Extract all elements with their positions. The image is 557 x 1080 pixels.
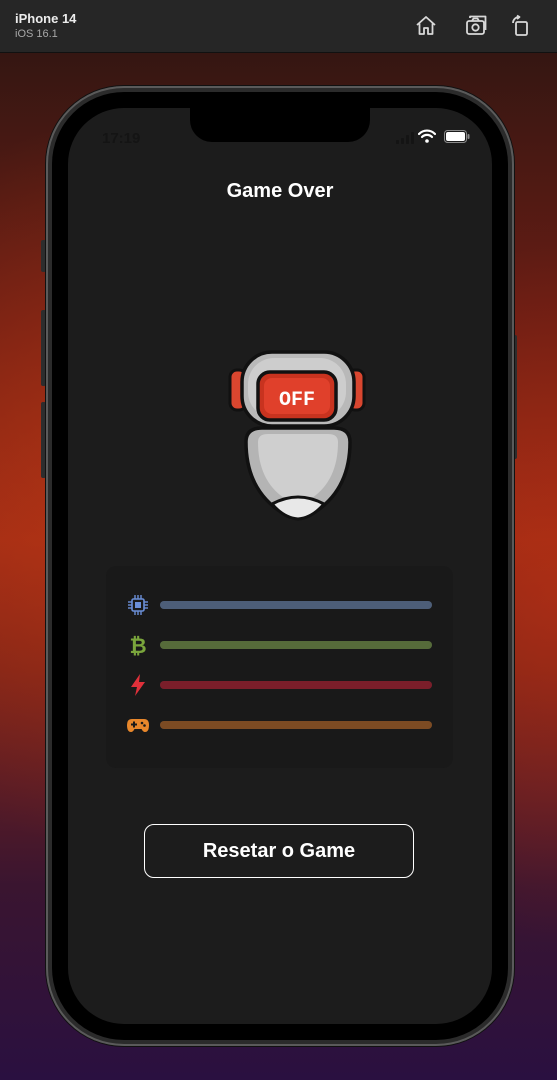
page-title: Game Over [226,180,334,202]
wifi-icon [418,129,436,143]
home-icon[interactable] [414,14,438,38]
stat-row-gaming [126,712,436,738]
cpu-progress-bar [160,601,432,609]
bitcoin-icon: ₿ [126,633,150,657]
stat-row-energy [126,672,436,698]
bitcoin-progress-bar [160,641,432,649]
stat-row-bitcoin: ₿ [126,632,436,658]
rotate-icon[interactable] [509,14,533,38]
simulator-toolbar: iPhone 14 iOS 16.1 [0,0,557,53]
energy-progress-bar [160,681,432,689]
stat-row-cpu [126,592,436,618]
energy-progress-fill [160,681,432,689]
dynamic-notch [190,108,370,142]
battery-icon [444,130,470,143]
cpu-chip-icon [126,593,150,617]
robot-off-icon: OFF [228,350,366,521]
phone-frame: 17:19 Game Over OFF ₿ Resetar o Game [46,86,514,1046]
lightning-icon [126,673,150,697]
svg-text:₿: ₿ [129,634,146,657]
reset-game-button[interactable]: Resetar o Game [144,824,414,878]
gamepad-icon [126,713,150,737]
bitcoin-progress-fill [160,641,432,649]
cpu-progress-fill [160,601,432,609]
app-screen: 17:19 Game Over OFF ₿ Resetar o Game [68,108,492,1024]
status-time: 17:19 [102,130,141,147]
stats-card: ₿ [106,566,453,768]
gaming-progress-fill [160,721,432,729]
signal-icon [396,132,414,144]
device-name: iPhone 14 [15,11,77,26]
os-version: iOS 16.1 [15,28,58,40]
phone-bezel: 17:19 Game Over OFF ₿ Resetar o Game [52,92,508,1040]
screenshot-icon[interactable] [464,14,488,38]
robot-screen-text: OFF [279,389,315,412]
gaming-progress-bar [160,721,432,729]
